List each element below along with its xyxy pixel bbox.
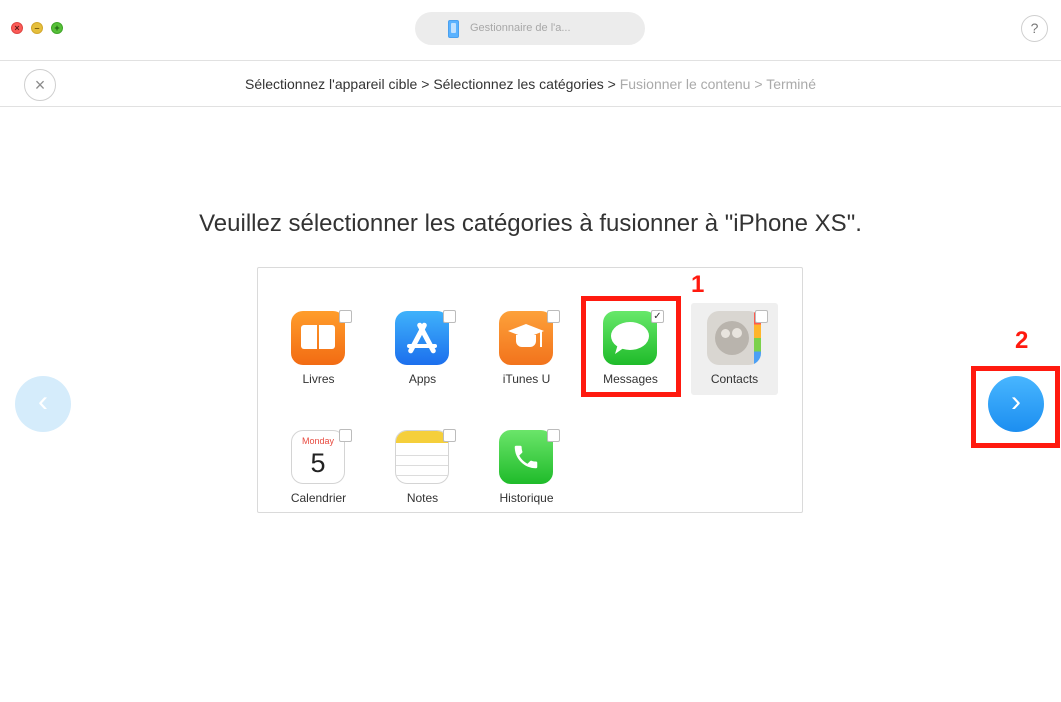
category-panel: Livres Apps iTunes U ✓ Messages Contacts… [257,267,803,513]
category-label: Historique [499,491,554,505]
category-checkbox[interactable] [339,310,352,323]
app-store-icon [395,311,449,365]
breadcrumb: Sélectionnez l'appareil cible > Sélectio… [0,76,1061,92]
breadcrumb-bar: × Sélectionnez l'appareil cible > Sélect… [0,60,1061,107]
breadcrumb-separator: > [750,76,767,92]
previous-button[interactable]: ‹ [15,376,71,432]
category-checkbox[interactable] [443,429,456,442]
window-maximize-button[interactable]: + [51,22,63,34]
iphone-icon [448,20,459,38]
category-historique[interactable]: Historique [483,422,570,514]
contacts-icon [707,311,761,365]
category-checkbox[interactable] [547,310,560,323]
category-checkbox[interactable] [755,310,768,323]
help-button[interactable]: ? [1021,15,1048,42]
category-notes[interactable]: Notes [379,422,466,514]
plus-icon: + [54,23,60,33]
category-apps[interactable]: Apps [379,303,466,395]
breadcrumb-step-3: Fusionner le contenu [619,76,751,92]
calendar-icon: Monday 5 [291,430,345,484]
category-contacts[interactable]: Contacts [691,303,778,395]
category-checkbox[interactable] [547,429,560,442]
annotation-box-next [971,366,1060,448]
device-name: Gestionnaire de l'a... [470,22,571,34]
category-label: Apps [408,372,437,386]
breadcrumb-step-2: Sélectionnez les catégories [433,76,604,92]
handset-icon [514,445,538,469]
itunes-u-icon [499,311,553,365]
window-minimize-button[interactable]: – [31,22,43,34]
notes-icon [395,430,449,484]
category-checkbox[interactable] [339,429,352,442]
window-close-button[interactable]: × [11,22,23,34]
breadcrumb-step-4: Terminé [766,76,816,92]
annotation-number-1: 1 [691,271,705,298]
annotation-box-messages [581,296,681,397]
category-calendrier[interactable]: Monday 5 Calendrier [275,422,362,514]
close-x-icon: × [14,23,20,33]
category-label: Calendrier [290,491,347,505]
category-label: Contacts [710,372,759,386]
category-label: iTunes U [502,372,551,386]
category-checkbox[interactable] [443,310,456,323]
title-bar: × – + Gestionnaire de l'a... ? [0,0,1061,58]
category-livres[interactable]: Livres [275,303,362,395]
breadcrumb-separator: > [417,76,434,92]
breadcrumb-separator: > [603,76,620,92]
calendar-day: Monday [301,436,335,446]
calendar-date: 5 [310,448,326,478]
annotation-number-2: 2 [1015,327,1029,354]
breadcrumb-step-1: Sélectionnez l'appareil cible [245,76,418,92]
category-label: Livres [302,372,335,386]
device-selector[interactable]: Gestionnaire de l'a... [415,12,645,45]
page-heading: Veuillez sélectionner les catégories à f… [199,210,862,237]
category-label: Notes [406,491,439,505]
phone-icon [499,430,553,484]
minus-icon: – [34,23,40,33]
books-icon [291,311,345,365]
category-itunes-u[interactable]: iTunes U [483,303,570,395]
